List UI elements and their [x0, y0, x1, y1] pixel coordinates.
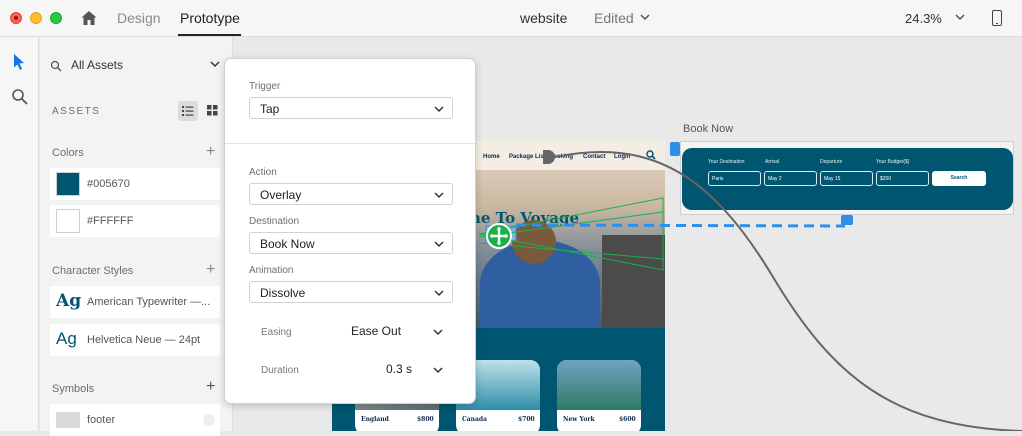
left-toolbar — [0, 37, 39, 431]
overlay-link-line — [515, 223, 846, 228]
symbol-row[interactable]: footer — [50, 404, 220, 436]
close-window-button[interactable] — [10, 12, 22, 24]
tab-design[interactable]: Design — [117, 10, 161, 26]
interaction-popup: Trigger Tap Action Overlay Destination B… — [224, 58, 476, 404]
list-view-button[interactable] — [178, 101, 198, 121]
trigger-dropdown[interactable]: Tap — [249, 97, 453, 119]
action-value: Overlay — [260, 188, 302, 202]
chevron-down-icon[interactable] — [433, 366, 443, 374]
trigger-value: Tap — [260, 102, 280, 116]
chevron-down-icon — [434, 192, 444, 199]
search-icon — [50, 60, 62, 72]
animation-dropdown[interactable]: Dissolve — [249, 281, 453, 303]
assets-filter-dropdown[interactable]: All Assets — [50, 57, 220, 75]
chevron-down-icon[interactable] — [955, 13, 965, 21]
wire-anchor-handle[interactable] — [670, 142, 680, 156]
device-preview-icon[interactable] — [992, 10, 1002, 26]
title-bar: Design Prototype website Edited 24.3% — [0, 0, 1022, 37]
overlay-position-handle[interactable] — [841, 215, 853, 225]
duration-dropdown[interactable]: 0.3 s — [386, 362, 412, 376]
colors-section-label: Colors — [52, 147, 84, 159]
minimize-window-button[interactable] — [30, 12, 42, 24]
color-swatch-row[interactable]: #005670 — [50, 168, 220, 200]
move-icon — [489, 226, 509, 246]
color-swatch-row[interactable]: #FFFFFF — [50, 205, 220, 237]
assets-filter-label: All Assets — [71, 58, 124, 72]
maximize-window-button[interactable] — [50, 12, 62, 24]
zoom-level[interactable]: 24.3% — [905, 11, 942, 26]
animation-label: Animation — [249, 265, 294, 276]
character-styles-section-label: Character Styles — [52, 265, 134, 277]
easing-dropdown[interactable]: Ease Out — [351, 324, 401, 338]
color-swatch — [56, 172, 80, 196]
duration-label: Duration — [261, 365, 299, 376]
action-label: Action — [249, 167, 277, 178]
easing-label: Easing — [261, 327, 292, 338]
assets-panel: All Assets ASSETS Colors + #005670 #FFFF… — [40, 37, 233, 436]
chevron-down-icon[interactable] — [640, 13, 650, 21]
chevron-down-icon — [210, 61, 220, 68]
grid-view-icon[interactable] — [207, 105, 218, 116]
character-style-preview: Ag — [56, 291, 82, 311]
color-hex-label: #FFFFFF — [87, 215, 134, 227]
character-style-row[interactable]: Ag American Typewriter —... — [50, 286, 220, 318]
home-icon[interactable] — [80, 9, 98, 27]
destination-value: Book Now — [260, 237, 315, 251]
character-style-label: Helvetica Neue — 24pt — [87, 334, 201, 346]
search-icon[interactable] — [11, 88, 29, 106]
destination-label: Destination — [249, 216, 300, 227]
chevron-down-icon — [434, 241, 444, 248]
document-title[interactable]: website — [520, 10, 567, 26]
symbol-thumbnail — [56, 412, 80, 428]
chevron-down-icon[interactable] — [433, 328, 443, 336]
symbols-section-label: Symbols — [52, 383, 95, 395]
add-color-button[interactable]: + — [206, 144, 215, 160]
character-style-label: American Typewriter —... — [87, 296, 211, 308]
trigger-label: Trigger — [249, 81, 281, 92]
assets-heading: ASSETS — [52, 106, 101, 117]
animation-value: Dissolve — [260, 286, 306, 300]
active-tab-indicator — [178, 34, 241, 36]
add-symbol-button[interactable]: + — [206, 379, 215, 395]
action-dropdown[interactable]: Overlay — [249, 183, 453, 205]
chevron-down-icon — [434, 290, 444, 297]
document-status[interactable]: Edited — [594, 10, 634, 26]
add-character-style-button[interactable]: + — [206, 262, 215, 278]
color-swatch — [56, 209, 80, 233]
list-view-icon — [182, 106, 194, 116]
chevron-down-icon — [434, 106, 444, 113]
character-style-preview: Ag — [56, 329, 77, 348]
symbol-label: footer — [87, 414, 116, 426]
character-style-row[interactable]: Ag Helvetica Neue — 24pt — [50, 324, 220, 356]
select-arrow-icon[interactable] — [12, 53, 26, 71]
move-overlay-handle[interactable] — [486, 223, 512, 249]
navigation-wire — [554, 151, 1022, 431]
section-divider — [225, 143, 475, 144]
color-hex-label: #005670 — [87, 178, 130, 190]
link-icon[interactable] — [203, 414, 215, 426]
destination-dropdown[interactable]: Book Now — [249, 232, 453, 254]
tab-prototype[interactable]: Prototype — [180, 10, 240, 26]
